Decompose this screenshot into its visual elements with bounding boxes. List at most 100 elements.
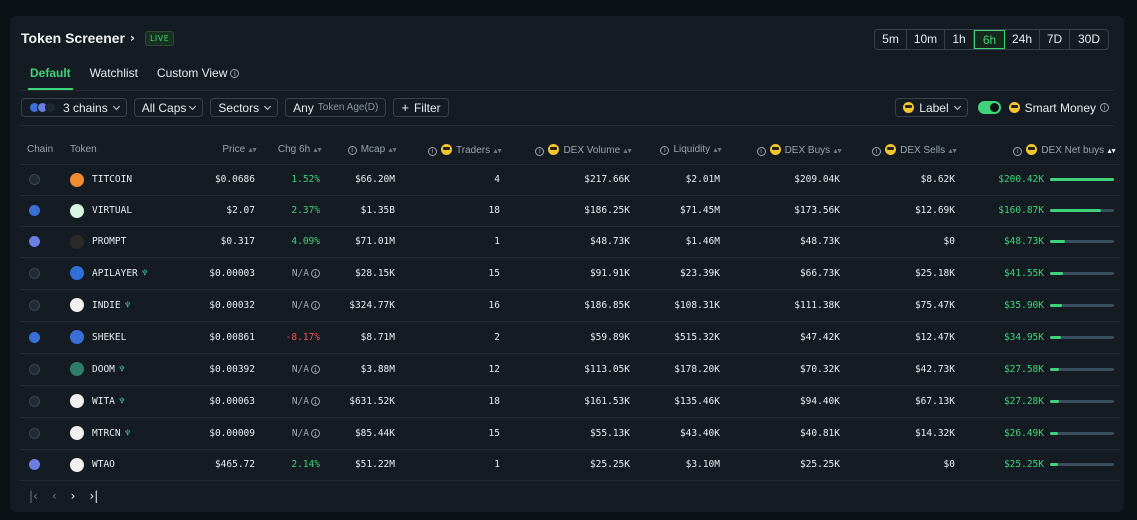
chevron-right-icon[interactable]: ›	[130, 31, 135, 45]
column-header-dex-sells[interactable]: i DEX Sells ▲▼	[840, 136, 958, 165]
column-header-token: Token	[70, 136, 180, 165]
info-icon[interactable]: i	[1100, 103, 1109, 112]
table-row[interactable]: INDIE ♆ $0.00032 N/A i $324.77K 16 $186.85K $108…	[20, 289, 1120, 322]
column-header-dex-buys[interactable]: i DEX Buys ▲▼	[720, 136, 843, 165]
info-icon[interactable]: i	[535, 146, 545, 156]
token-name[interactable]: TITCOIN	[92, 174, 132, 185]
filters-divider	[20, 125, 1114, 126]
info-icon[interactable]: i	[660, 146, 670, 156]
smart-money-toggle[interactable]	[977, 101, 1001, 114]
info-icon[interactable]: i	[311, 365, 320, 374]
table-row[interactable]: VIRTUAL $2.07 2.37% $1.35B 18 $186.25K $71.45M…	[20, 195, 1120, 227]
net-buys-bar-fill	[1050, 271, 1064, 275]
info-icon[interactable]: i	[428, 146, 438, 156]
timeframe-7d[interactable]: 7D	[1040, 30, 1070, 49]
table-row[interactable]: APILAYER ♆ $0.00003 N/A i $28.15K 15 $91.91K $23…	[20, 257, 1120, 290]
token-cell[interactable]: APILAYER ♆	[70, 257, 180, 290]
net-buys-value: $26.49K	[1003, 427, 1044, 439]
sort-icon[interactable]: ▲▼	[1106, 148, 1117, 155]
token-name[interactable]: INDIE	[92, 300, 121, 311]
token-cell[interactable]: MTRCN ♆	[70, 417, 180, 450]
token-cell[interactable]: PROMPT	[70, 226, 180, 258]
net-buys-bar-fill	[1050, 240, 1066, 243]
table-row[interactable]: WITA ♆ $0.00063 N/A i $631.52K 18 $161.53K $135.…	[20, 385, 1120, 418]
info-icon[interactable]: i	[230, 68, 240, 78]
filter-button[interactable]: + Filter	[393, 98, 449, 117]
info-icon[interactable]: i	[311, 301, 320, 310]
first-page-icon[interactable]: |‹	[29, 489, 38, 503]
token-cell[interactable]: SHEKEL	[70, 321, 180, 354]
tab-custom-view[interactable]: Custom View i	[157, 66, 240, 90]
token-name[interactable]: VIRTUAL	[92, 205, 132, 216]
column-header-chg-6h[interactable]: Chg 6h ▲▼	[255, 136, 323, 165]
sort-icon[interactable]: ▲▼	[712, 147, 723, 154]
table-row[interactable]: MTRCN ♆ $0.00009 N/A i $85.44K 15 $55.13K $43.40…	[20, 417, 1120, 450]
token-logo-icon	[70, 330, 84, 344]
caps-dropdown[interactable]: All Caps	[133, 98, 204, 117]
sort-icon[interactable]: ▲▼	[832, 148, 843, 155]
table-row[interactable]: DOOM ♆ $0.00392 N/A i $3.88M 12 $113.05K $178.20…	[20, 353, 1120, 386]
column-header-dex-volume[interactable]: i DEX Volume ▲▼	[500, 136, 633, 165]
info-icon[interactable]: i	[1013, 146, 1023, 156]
timeframe-10m[interactable]: 10m	[907, 30, 945, 49]
timeframe-1h[interactable]: 1h	[945, 30, 974, 49]
info-icon[interactable]: i	[311, 269, 320, 278]
table-row[interactable]: TITCOIN $0.0686 1.52% $66.20M 4 $217.66K $2.01…	[20, 164, 1120, 196]
token-cell[interactable]: INDIE ♆	[70, 289, 180, 322]
sort-icon[interactable]: ▲▼	[247, 147, 258, 154]
change-value: 1.52%	[291, 174, 320, 185]
timeframe-5m[interactable]: 5m	[875, 30, 907, 49]
label-dropdown[interactable]: Label	[895, 98, 968, 117]
token-cell[interactable]: WTAO	[70, 449, 180, 481]
column-header-mcap[interactable]: i Mcap ▲▼	[320, 136, 398, 165]
info-icon[interactable]: i	[311, 397, 320, 406]
token-name[interactable]: DOOM	[92, 364, 115, 375]
token-name[interactable]: WITA	[92, 396, 115, 407]
info-icon[interactable]: i	[872, 146, 882, 156]
token-age-filter[interactable]: Any Token Age(D)	[285, 98, 387, 117]
column-header-price[interactable]: Price ▲▼	[180, 136, 258, 165]
token-name[interactable]: MTRCN	[92, 428, 121, 439]
sort-icon[interactable]: ▲▼	[312, 147, 323, 154]
change-value: N/A	[291, 395, 309, 407]
token-cell[interactable]: TITCOIN	[70, 164, 180, 196]
tab-watchlist[interactable]: Watchlist	[90, 66, 138, 90]
token-cell[interactable]: WITA ♆	[70, 385, 180, 418]
liquidity-cell: $135.46K	[630, 385, 720, 418]
info-icon[interactable]: i	[756, 146, 766, 156]
column-header-dex-net-buys[interactable]: i DEX Net buys ▲▼	[955, 136, 1120, 165]
token-logo-icon	[70, 172, 84, 187]
sectors-dropdown[interactable]: Sectors	[210, 98, 279, 117]
sort-icon[interactable]: ▲▼	[622, 148, 633, 155]
token-name[interactable]: SHEKEL	[92, 332, 126, 343]
column-header-traders[interactable]: i Traders ▲▼	[395, 136, 503, 165]
table-row[interactable]: WTAO $465.72 2.14% $51.22M 1 $25.25K $3.10M $25…	[20, 449, 1120, 481]
info-icon[interactable]: i	[347, 146, 357, 156]
column-label: Chain	[27, 144, 54, 156]
prev-page-icon[interactable]: ‹	[52, 489, 57, 503]
traders-cell: 1	[395, 226, 500, 258]
token-name[interactable]: WTAO	[92, 459, 115, 470]
net-buys-value: $41.55K	[1003, 267, 1044, 279]
token-cell[interactable]: DOOM ♆	[70, 353, 180, 386]
timeframe-24h[interactable]: 24h	[1005, 30, 1040, 49]
tab-default[interactable]: Default	[28, 66, 73, 90]
table-row[interactable]: PROMPT $0.317 4.09% $71.01M 1 $48.73K $1.46M $4…	[20, 226, 1120, 258]
next-page-icon[interactable]: ›	[71, 489, 76, 503]
token-name[interactable]: PROMPT	[92, 236, 126, 247]
sort-icon[interactable]: ▲▼	[947, 148, 958, 155]
sort-icon[interactable]: ▲▼	[492, 148, 503, 155]
timeframe-6h[interactable]: 6h	[974, 30, 1005, 49]
info-icon[interactable]: i	[311, 429, 320, 438]
table-row[interactable]: SHEKEL $0.00861 -8.17% $8.71M 2 $59.89K $515.3…	[20, 321, 1120, 354]
column-header-liquidity[interactable]: i Liquidity ▲▼	[630, 136, 723, 165]
sort-icon[interactable]: ▲▼	[387, 147, 398, 154]
token-wrap: SHEKEL	[70, 330, 180, 344]
last-page-icon[interactable]: ›|	[89, 489, 98, 503]
timeframe-30d[interactable]: 30D	[1070, 30, 1108, 49]
chains-dropdown[interactable]: 3 chains	[21, 98, 127, 117]
token-cell[interactable]: VIRTUAL	[70, 195, 180, 227]
title-row: Token Screener › LIVE	[21, 30, 175, 46]
page-title[interactable]: Token Screener	[21, 30, 125, 46]
token-name[interactable]: APILAYER	[92, 268, 138, 279]
